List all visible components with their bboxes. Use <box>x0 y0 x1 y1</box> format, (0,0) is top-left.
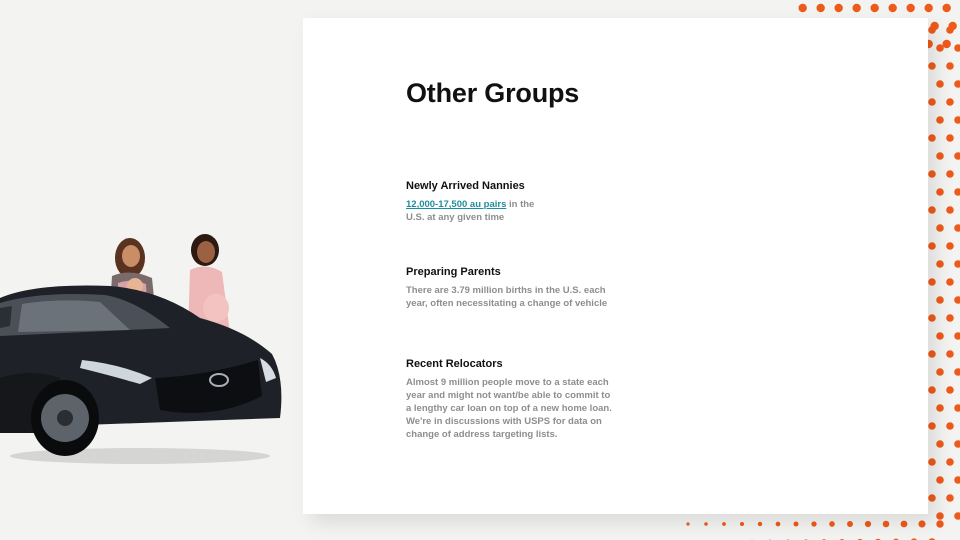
orange-dot <box>829 521 835 527</box>
orange-dot <box>704 522 708 526</box>
orange-dot <box>954 80 960 88</box>
orange-dot <box>954 476 960 484</box>
orange-dot <box>928 134 936 142</box>
orange-dot <box>936 440 944 448</box>
au-pairs-link[interactable]: 12,000-17,500 au pairs <box>406 199 506 210</box>
group-heading: Preparing Parents <box>406 266 501 278</box>
orange-dot <box>936 80 944 88</box>
orange-dot <box>946 62 954 70</box>
orange-dot <box>936 404 944 412</box>
orange-dot <box>739 521 745 527</box>
orange-dot <box>793 521 799 527</box>
orange-dot <box>954 296 960 304</box>
orange-dot <box>954 512 960 520</box>
orange-dot <box>852 3 861 13</box>
orange-dot <box>888 3 897 13</box>
orange-dot <box>928 494 936 502</box>
orange-dot <box>936 116 944 124</box>
orange-dot <box>954 404 960 412</box>
orange-dot <box>946 422 954 430</box>
content-card: Other Groups Newly Arrived Nannies 12,00… <box>303 18 928 514</box>
orange-dot <box>882 520 890 528</box>
orange-dot <box>928 278 936 286</box>
orange-dot <box>928 386 936 394</box>
orange-dot <box>686 522 690 526</box>
orange-dot <box>946 278 954 286</box>
orange-dot <box>928 350 936 358</box>
orange-dot <box>946 350 954 358</box>
orange-dot <box>757 521 763 527</box>
orange-dot <box>924 3 933 13</box>
orange-dot <box>946 98 954 106</box>
orange-dot <box>946 314 954 322</box>
orange-dot <box>954 440 960 448</box>
orange-dot <box>946 494 954 502</box>
orange-dot <box>936 224 944 232</box>
orange-dot <box>954 152 960 160</box>
orange-dot <box>864 520 872 528</box>
orange-dot <box>936 368 944 376</box>
group-heading: Recent Relocators <box>406 358 503 370</box>
orange-dot <box>936 332 944 340</box>
orange-dot <box>936 512 944 520</box>
group-heading: Newly Arrived Nannies <box>406 180 525 192</box>
orange-dot <box>918 520 926 528</box>
group-description: 12,000-17,500 au pairs in the U.S. at an… <box>406 198 546 224</box>
orange-dot <box>954 332 960 340</box>
orange-dot <box>928 242 936 250</box>
orange-dot <box>936 152 944 160</box>
orange-dot <box>928 422 936 430</box>
group-recent-relocators: Recent Relocators Almost 9 million peopl… <box>406 358 616 441</box>
orange-dot <box>954 224 960 232</box>
orange-dot <box>928 206 936 214</box>
orange-dot <box>954 116 960 124</box>
orange-dot <box>946 386 954 394</box>
orange-dot <box>906 3 915 13</box>
orange-dot <box>936 44 944 52</box>
orange-dot <box>942 39 951 49</box>
orange-dot <box>954 44 960 52</box>
orange-dot <box>900 520 908 528</box>
orange-dot <box>936 476 944 484</box>
orange-dot <box>946 206 954 214</box>
orange-dot <box>816 3 825 13</box>
orange-dot <box>870 3 879 13</box>
orange-dot <box>775 521 781 527</box>
orange-dot <box>936 520 944 528</box>
orange-dot <box>834 3 843 13</box>
orange-dot <box>946 242 954 250</box>
group-newly-arrived-nannies: Newly Arrived Nannies 12,000-17,500 au p… <box>406 180 616 224</box>
orange-dot <box>847 521 853 527</box>
group-description: Almost 9 million people move to a state … <box>406 377 612 440</box>
orange-dot <box>936 260 944 268</box>
orange-dot <box>946 458 954 466</box>
orange-dot <box>928 314 936 322</box>
orange-dot <box>811 521 817 527</box>
orange-dot <box>954 188 960 196</box>
page-title: Other Groups <box>406 78 580 108</box>
orange-dot <box>936 188 944 196</box>
orange-dot <box>946 26 954 34</box>
group-description: There are 3.79 million births in the U.S… <box>406 285 608 309</box>
orange-dot <box>928 458 936 466</box>
orange-dot <box>946 134 954 142</box>
black-sedan-figure <box>0 285 282 464</box>
orange-dot <box>928 170 936 178</box>
orange-dot <box>936 296 944 304</box>
car-with-women-image <box>0 234 282 464</box>
orange-dot <box>954 260 960 268</box>
orange-dot <box>928 26 936 34</box>
orange-dot <box>722 522 726 526</box>
orange-dot <box>946 170 954 178</box>
orange-dot <box>954 368 960 376</box>
group-preparing-parents: Preparing Parents There are 3.79 million… <box>406 266 616 310</box>
orange-dot <box>942 3 951 13</box>
orange-dot <box>928 98 936 106</box>
orange-dot <box>798 3 807 13</box>
orange-dot <box>928 62 936 70</box>
